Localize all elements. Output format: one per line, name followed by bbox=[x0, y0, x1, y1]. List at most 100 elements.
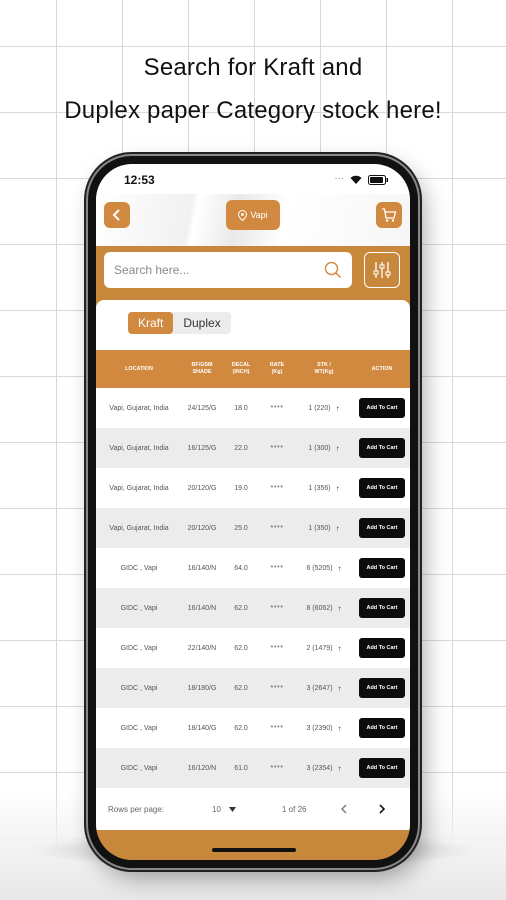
cell-stock: 1 (356) ↑ bbox=[294, 468, 354, 508]
sort-up-arrow-icon[interactable]: ↑ bbox=[338, 764, 342, 773]
headline: Search for Kraft and Duplex paper Catego… bbox=[0, 46, 506, 132]
cell-bf: 18/180/G bbox=[187, 684, 217, 692]
next-page-button[interactable] bbox=[378, 788, 386, 830]
add-to-cart-button[interactable]: Add To Cart bbox=[359, 478, 405, 498]
table-row: GIDC , Vapi 16/140/N 64.0 **** 6 (5205) ↑… bbox=[96, 548, 410, 588]
location-button[interactable]: Vapi bbox=[226, 200, 280, 230]
stock-value: 3 (2390) bbox=[306, 724, 333, 732]
table-row: Vapi, Gujarat, India 16/125/G 22.0 **** … bbox=[96, 428, 410, 468]
tab-kraft[interactable]: Kraft bbox=[128, 312, 174, 334]
status-bar: 12:53 ··· bbox=[96, 164, 410, 194]
table-row: Vapi, Gujarat, India 20/120/G 19.0 **** … bbox=[96, 468, 410, 508]
add-to-cart-button[interactable]: Add To Cart bbox=[359, 518, 405, 538]
sort-up-arrow-icon[interactable]: ↑ bbox=[338, 724, 342, 733]
add-to-cart-button[interactable]: Add To Cart bbox=[359, 638, 405, 658]
app-bar: Vapi bbox=[96, 194, 410, 246]
chevron-left-icon bbox=[341, 804, 347, 814]
sort-up-arrow-icon[interactable]: ↑ bbox=[336, 444, 340, 453]
cell-stock: 2 (1479) ↑ bbox=[294, 628, 354, 668]
cell-rate: **** bbox=[270, 764, 284, 772]
cell-action: Add To Cart bbox=[354, 708, 410, 748]
chevron-right-icon bbox=[379, 804, 386, 814]
header-action: ACTION bbox=[371, 365, 393, 372]
tab-duplex[interactable]: Duplex bbox=[173, 312, 230, 334]
search-input[interactable]: Search here... bbox=[104, 252, 352, 288]
header-rate-line1: RATE bbox=[269, 362, 285, 368]
cart-icon bbox=[382, 208, 397, 222]
sort-up-arrow-icon[interactable]: ↑ bbox=[336, 484, 340, 493]
cell-action: Add To Cart bbox=[354, 508, 410, 548]
stock-value: 6 (5205) bbox=[306, 564, 333, 572]
headline-line-1: Search for Kraft and bbox=[143, 54, 363, 81]
sort-up-arrow-icon[interactable]: ↑ bbox=[338, 564, 342, 573]
add-to-cart-button[interactable]: Add To Cart bbox=[359, 758, 405, 778]
cart-button[interactable] bbox=[376, 202, 402, 228]
prev-page-button[interactable] bbox=[340, 788, 348, 830]
sort-up-arrow-icon[interactable]: ↑ bbox=[338, 604, 342, 613]
add-to-cart-button[interactable]: Add To Cart bbox=[359, 598, 405, 618]
cell-bf: 16/120/N bbox=[187, 764, 217, 772]
cell-stock: 1 (350) ↑ bbox=[294, 508, 354, 548]
cell-location: GIDC , Vapi bbox=[120, 644, 158, 652]
table-header: LOCATION BF/GSM SHADE DECAL (INCH) RATE … bbox=[96, 350, 410, 388]
add-to-cart-button[interactable]: Add To Cart bbox=[359, 678, 405, 698]
table-row: GIDC , Vapi 16/140/N 62.0 **** 8 (6062) ↑… bbox=[96, 588, 410, 628]
stock-value: 1 (220) bbox=[308, 404, 331, 412]
sort-up-arrow-icon[interactable]: ↑ bbox=[336, 524, 340, 533]
cell-stock: 1 (300) ↑ bbox=[294, 428, 354, 468]
table-row: GIDC , Vapi 18/180/G 62.0 **** 3 (2647) ↑… bbox=[96, 668, 410, 708]
cell-action: Add To Cart bbox=[354, 588, 410, 628]
stock-value: 1 (300) bbox=[308, 444, 331, 452]
cell-action: Add To Cart bbox=[354, 388, 410, 428]
cell-rate: **** bbox=[270, 604, 284, 612]
cell-stock: 3 (2647) ↑ bbox=[294, 668, 354, 708]
add-to-cart-button[interactable]: Add To Cart bbox=[359, 438, 405, 458]
filter-sliders-icon bbox=[373, 262, 391, 278]
search-placeholder: Search here... bbox=[114, 263, 190, 277]
cell-bf: 18/140/G bbox=[187, 724, 217, 732]
add-to-cart-button[interactable]: Add To Cart bbox=[359, 558, 405, 578]
headline-line-2: Duplex paper Category stock here! bbox=[64, 97, 442, 124]
search-row: Search here... bbox=[96, 246, 410, 300]
cell-location: Vapi, Gujarat, India bbox=[109, 404, 169, 412]
category-panel: Kraft Duplex bbox=[96, 300, 410, 350]
cell-location: GIDC , Vapi bbox=[120, 564, 158, 572]
cell-decal: 19.0 bbox=[234, 484, 248, 492]
cell-location: Vapi, Gujarat, India bbox=[109, 484, 169, 492]
table-row: Vapi, Gujarat, India 24/125/G 18.0 **** … bbox=[96, 388, 410, 428]
sort-up-arrow-icon[interactable]: ↑ bbox=[338, 644, 342, 653]
app-screen: 12:53 ··· Vapi Search here... Kraft Dupl… bbox=[96, 164, 410, 860]
filter-button[interactable] bbox=[364, 252, 400, 288]
sort-up-arrow-icon[interactable]: ↑ bbox=[336, 404, 340, 413]
header-stk-line1: STK / bbox=[317, 362, 331, 368]
cell-decal: 62.0 bbox=[234, 684, 248, 692]
pagination-bar: Rows per page: 10 1 of 26 bbox=[96, 788, 410, 830]
cell-stock: 3 (2354) ↑ bbox=[294, 748, 354, 788]
back-button[interactable] bbox=[104, 202, 130, 228]
header-stk-line2: WT(Kg) bbox=[314, 369, 334, 375]
wifi-icon bbox=[350, 175, 362, 184]
add-to-cart-button[interactable]: Add To Cart bbox=[359, 718, 405, 738]
cell-bf: 16/140/N bbox=[187, 604, 217, 612]
cell-decal: 61.0 bbox=[234, 764, 248, 772]
cell-stock: 1 (220) ↑ bbox=[294, 388, 354, 428]
header-stk: STK / WT(Kg) bbox=[294, 350, 354, 388]
stock-value: 3 (2647) bbox=[306, 684, 333, 692]
cell-rate: **** bbox=[270, 644, 284, 652]
sort-up-arrow-icon[interactable]: ↑ bbox=[338, 684, 342, 693]
header-decal: DECAL (INCH) bbox=[222, 350, 260, 388]
cell-location: GIDC , Vapi bbox=[120, 724, 158, 732]
table-row: GIDC , Vapi 22/140/N 62.0 **** 2 (1479) ↑… bbox=[96, 628, 410, 668]
stock-table-body: Vapi, Gujarat, India 24/125/G 18.0 **** … bbox=[96, 388, 410, 788]
dropdown-caret-icon bbox=[228, 806, 236, 812]
search-icon[interactable] bbox=[324, 261, 342, 279]
stock-value: 1 (350) bbox=[308, 524, 331, 532]
rows-per-page-select[interactable]: 10 bbox=[212, 788, 236, 830]
location-pin-icon bbox=[238, 209, 248, 221]
cell-rate: **** bbox=[270, 724, 284, 732]
add-to-cart-button[interactable]: Add To Cart bbox=[359, 398, 405, 418]
cell-decal: 64.0 bbox=[234, 564, 248, 572]
cell-decal: 18.0 bbox=[234, 404, 248, 412]
header-rate-line2: (Kg) bbox=[271, 369, 283, 375]
cell-stock: 6 (5205) ↑ bbox=[294, 548, 354, 588]
